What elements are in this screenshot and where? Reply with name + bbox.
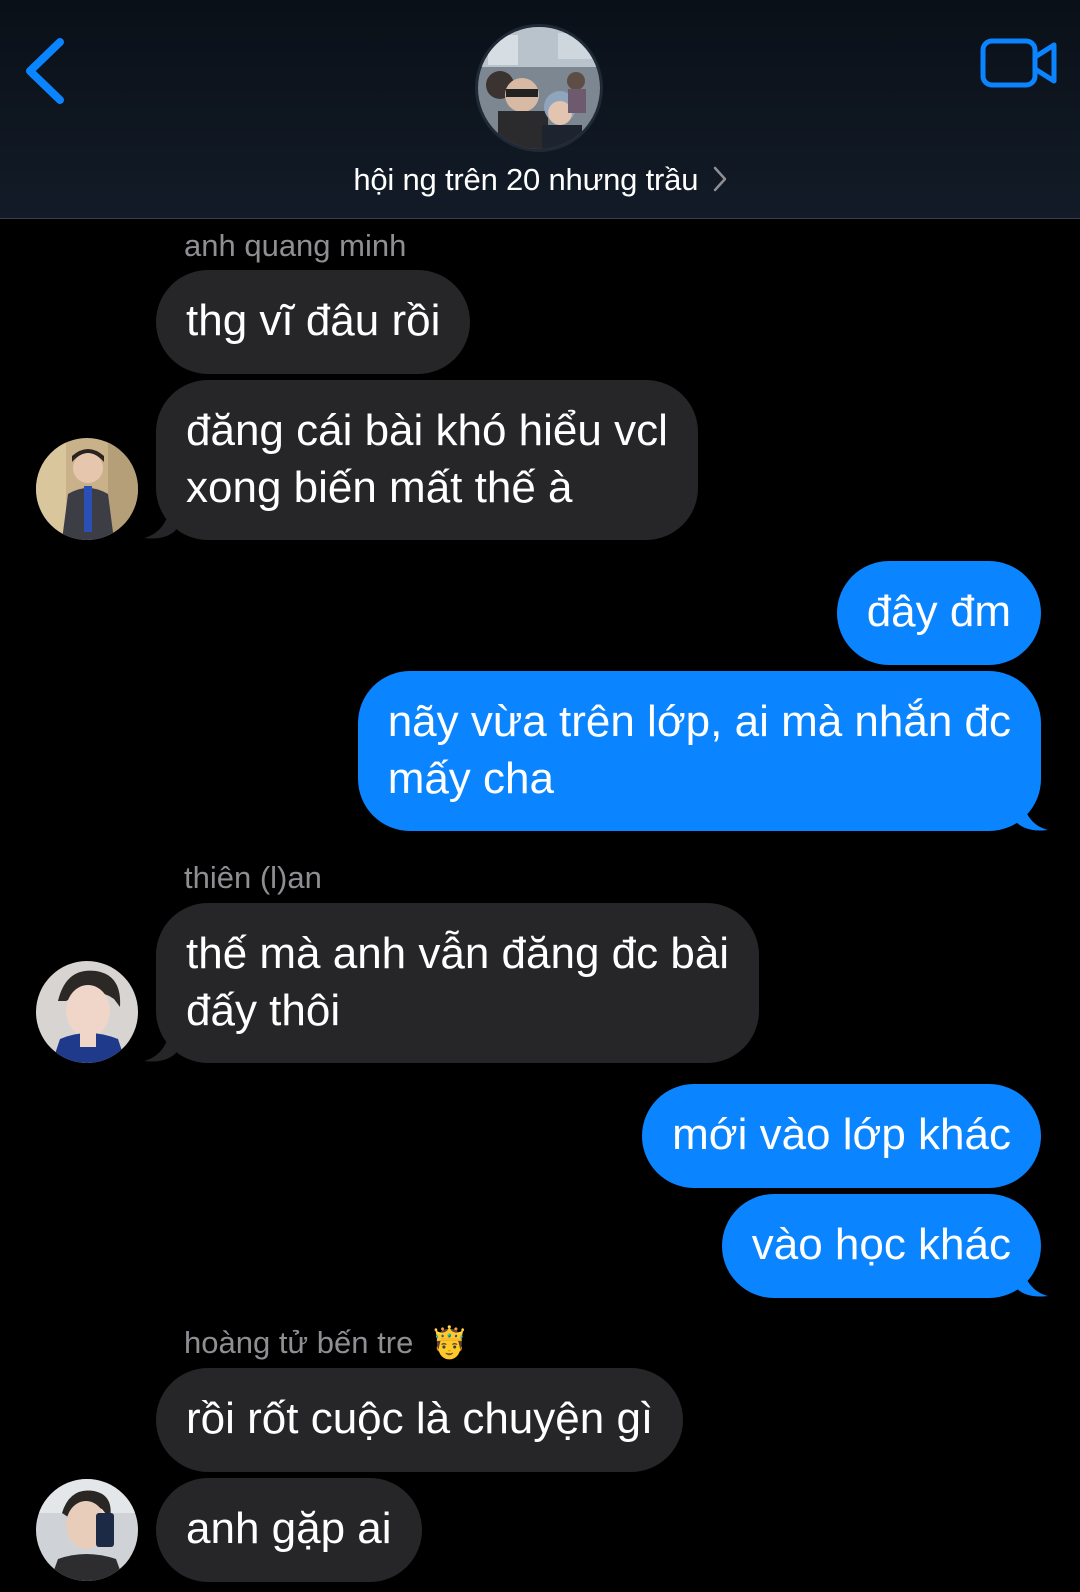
message-bubble-outgoing[interactable]: mới vào lớp khác bbox=[642, 1084, 1041, 1188]
avatar[interactable] bbox=[36, 1479, 138, 1581]
message-text: anh gặp ai bbox=[186, 1504, 392, 1553]
video-call-button[interactable] bbox=[980, 36, 1058, 90]
sender-name: hoàng tử bến tre bbox=[184, 1325, 414, 1360]
bubble-tail bbox=[1016, 792, 1048, 831]
avatar[interactable] bbox=[36, 438, 138, 540]
message-text-line: nãy vừa trên lớp, ai mà nhắn đc bbox=[387, 697, 1011, 746]
sender-name: anh quang minh bbox=[184, 228, 407, 263]
message-text: vào học khác bbox=[751, 1220, 1011, 1269]
message-bubble-outgoing[interactable]: vào học khác bbox=[721, 1194, 1041, 1298]
chat-header: hội ng trên 20 nhưng trầu bbox=[0, 0, 1080, 219]
bubble-tail bbox=[144, 1023, 176, 1062]
group-name: hội ng trên 20 nhưng trầu bbox=[353, 162, 699, 197]
sender-name-row: hoàng tử bến tre 🤴 bbox=[184, 1324, 469, 1361]
message-text-line: mấy cha bbox=[387, 754, 554, 803]
message-bubble-outgoing[interactable]: đây đm bbox=[836, 561, 1041, 665]
message-text-line: đấy thôi bbox=[186, 986, 341, 1035]
user-photo-avatar bbox=[36, 961, 138, 1063]
group-photo-avatar bbox=[478, 27, 600, 149]
video-camera-icon bbox=[980, 38, 1057, 88]
avatar[interactable] bbox=[36, 961, 138, 1063]
sender-name: thiên (l)an bbox=[184, 860, 322, 895]
message-bubble-incoming[interactable]: đăng cái bài khó hiểu vcl xong biến mất … bbox=[156, 380, 698, 540]
group-title-button[interactable]: hội ng trên 20 nhưng trầu bbox=[0, 162, 1080, 200]
chevron-right-icon bbox=[713, 164, 727, 200]
chevron-left-icon bbox=[26, 38, 64, 104]
message-bubble-incoming[interactable]: thế mà anh vẫn đăng đc bài đấy thôi bbox=[156, 903, 760, 1063]
bubble-tail bbox=[144, 500, 176, 539]
message-bubble-incoming[interactable]: thg vĩ đâu rồi bbox=[156, 270, 471, 374]
message-bubble-incoming[interactable]: anh gặp ai bbox=[156, 1478, 422, 1582]
message-text: mới vào lớp khác bbox=[672, 1110, 1011, 1159]
bubble-tail bbox=[1016, 1258, 1048, 1297]
message-text-line: đăng cái bài khó hiểu vcl bbox=[186, 406, 668, 455]
message-bubble-incoming[interactable]: rồi rốt cuộc là chuyện gì bbox=[156, 1368, 684, 1472]
message-text-line: xong biến mất thế à bbox=[186, 463, 573, 512]
message-text-line: thế mà anh vẫn đăng đc bài bbox=[186, 929, 730, 978]
prince-emoji: 🤴 bbox=[429, 1325, 469, 1360]
back-button[interactable] bbox=[22, 36, 72, 106]
message-text: đây đm bbox=[866, 587, 1011, 636]
user-photo-avatar bbox=[36, 1479, 138, 1581]
message-text: thg vĩ đâu rồi bbox=[186, 296, 441, 345]
message-bubble-outgoing[interactable]: nãy vừa trên lớp, ai mà nhắn đc mấy cha bbox=[357, 671, 1041, 831]
message-text: rồi rốt cuộc là chuyện gì bbox=[186, 1394, 654, 1443]
group-avatar[interactable] bbox=[475, 24, 603, 152]
user-photo-avatar bbox=[36, 438, 138, 540]
